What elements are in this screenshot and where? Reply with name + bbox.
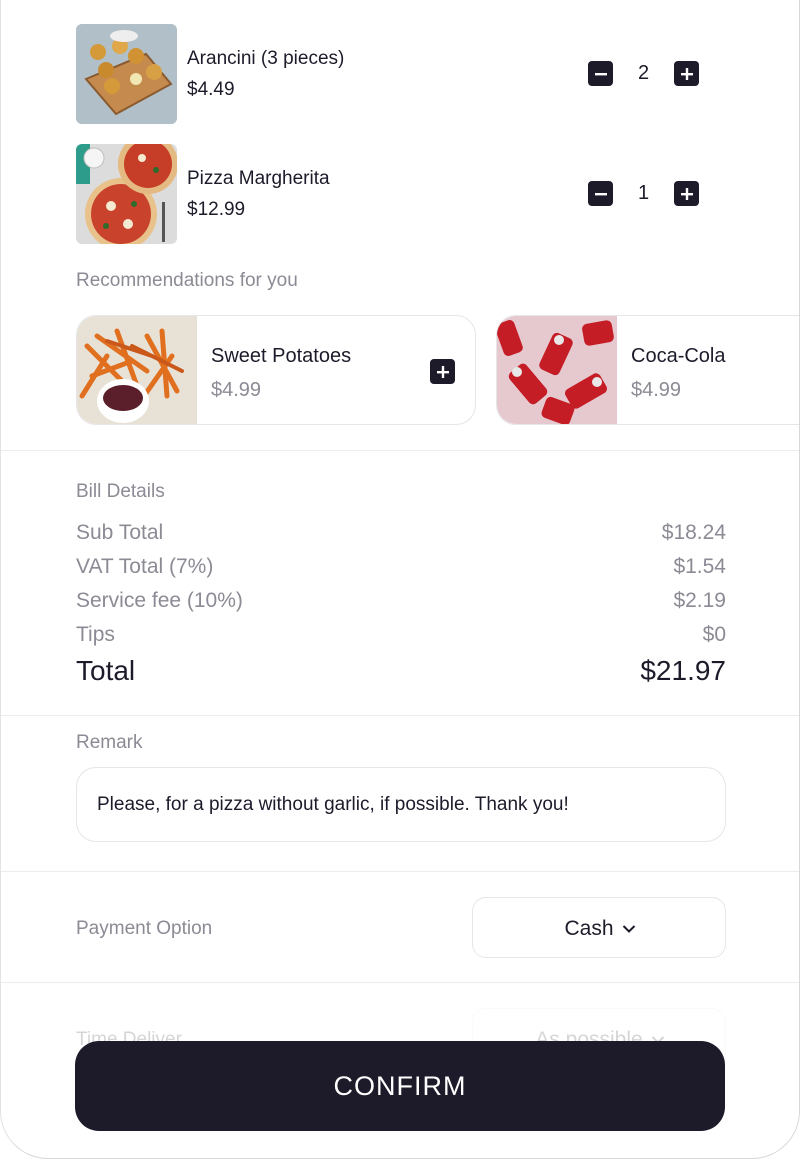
- pizza-margherita-image: [76, 144, 177, 244]
- decrease-quantity-button[interactable]: [588, 181, 613, 206]
- increase-quantity-button[interactable]: [674, 61, 699, 86]
- recommendation-card[interactable]: Coca-Cola $4.99: [496, 315, 799, 425]
- recommendation-name: Sweet Potatoes: [211, 345, 352, 367]
- quantity-value: 1: [637, 182, 650, 204]
- item-price: $12.99: [187, 199, 246, 220]
- remark-title: Remark: [76, 732, 143, 753]
- payment-option-value: Cash: [564, 917, 614, 940]
- payment-option-label: Payment Option: [76, 918, 213, 939]
- arancini-image: [76, 24, 177, 124]
- bill-total-value: $21.97: [640, 655, 726, 686]
- recommendations-title: Recommendations for you: [76, 270, 298, 291]
- plus-icon: [680, 67, 693, 80]
- bill-total-label: Total: [76, 655, 136, 686]
- coca-cola-image: [497, 316, 617, 424]
- bill-row-tips: Tips $0: [76, 623, 726, 649]
- increase-quantity-button[interactable]: [674, 181, 699, 206]
- bill-row-value: $18.24: [661, 521, 726, 544]
- item-price: $4.49: [187, 79, 235, 100]
- checkout-screen: Arancini (3 pieces) $4.49 2 Pizza Marghe…: [0, 0, 800, 1159]
- sweet-potatoes-image: [77, 316, 197, 424]
- bill-row-label: Service fee (10%): [76, 589, 243, 612]
- decrease-quantity-button[interactable]: [588, 61, 613, 86]
- divider: [1, 982, 799, 983]
- payment-option-select[interactable]: Cash: [472, 897, 726, 958]
- bill-row-label: Tips: [76, 623, 115, 646]
- add-recommendation-button[interactable]: [430, 359, 455, 384]
- bill-row-label: VAT Total (7%): [76, 555, 214, 578]
- divider: [1, 450, 799, 451]
- bill-row-value: $2.19: [673, 589, 726, 612]
- item-name: Arancini (3 pieces): [187, 48, 345, 69]
- bill-row-subtotal: Sub Total $18.24: [76, 521, 726, 547]
- recommendation-name: Coca-Cola: [631, 345, 726, 367]
- quantity-stepper: 2: [588, 61, 701, 87]
- recommendation-price: $4.99: [631, 379, 682, 401]
- cart-item: Arancini (3 pieces) $4.49 2: [76, 24, 726, 124]
- chevron-down-icon: [622, 925, 635, 933]
- recommendation-price: $4.99: [211, 379, 262, 401]
- bill-row-value: $0: [702, 623, 726, 646]
- plus-icon: [436, 365, 449, 378]
- quantity-value: 2: [637, 62, 650, 84]
- minus-icon: [594, 192, 607, 195]
- divider: [1, 715, 799, 716]
- bill-row-vat: VAT Total (7%) $1.54: [76, 555, 726, 581]
- bill-total: Total $21.97: [76, 655, 726, 689]
- confirm-button[interactable]: CONFIRM: [75, 1041, 725, 1131]
- quantity-stepper: 1: [588, 181, 701, 207]
- divider: [1, 871, 799, 872]
- minus-icon: [594, 72, 607, 75]
- bill-row-service-fee: Service fee (10%) $2.19: [76, 589, 726, 615]
- remark-field[interactable]: Please, for a pizza without garlic, if p…: [76, 767, 726, 842]
- bill-row-label: Sub Total: [76, 521, 164, 544]
- cart-item: Pizza Margherita $12.99 1: [76, 144, 726, 244]
- plus-icon: [680, 187, 693, 200]
- bill-details-title: Bill Details: [76, 481, 165, 502]
- recommendation-card[interactable]: Sweet Potatoes $4.99: [76, 315, 476, 425]
- item-name: Pizza Margherita: [187, 168, 330, 189]
- bill-row-value: $1.54: [673, 555, 726, 578]
